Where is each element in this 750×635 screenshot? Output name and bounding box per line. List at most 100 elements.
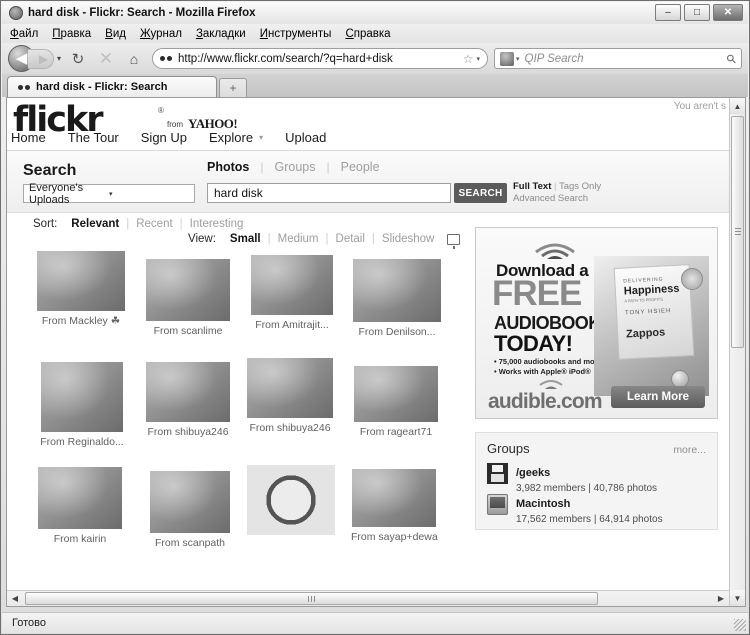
new-tab-button[interactable]: + <box>219 78 247 97</box>
nav-sign-up[interactable]: Sign Up <box>141 130 187 145</box>
stop-icon[interactable]: ✕ <box>95 48 117 70</box>
group-stats: 17,562 members | 64,914 photos <box>516 514 663 525</box>
photo-thumbnail[interactable] <box>150 471 230 533</box>
photo-thumbnail[interactable] <box>146 362 230 422</box>
photo-row: From Mackley ☘ From scanlime From Amitra… <box>29 251 469 358</box>
address-bar[interactable]: http://www.flickr.com/search/?q=hard+dis… <box>152 48 488 69</box>
search-button[interactable]: SEARCH <box>454 183 507 203</box>
view-slideshow[interactable]: Slideshow <box>375 233 441 245</box>
photo-thumbnail[interactable] <box>251 255 333 315</box>
group-list-item[interactable]: /geeks 3,982 members | 40,786 photos <box>487 463 657 494</box>
view-medium[interactable]: Medium <box>271 233 326 245</box>
groups-more-link[interactable]: more... <box>673 444 706 456</box>
reload-icon[interactable]: ↻ <box>67 48 89 70</box>
nav-explore[interactable]: Explore <box>209 130 253 145</box>
photo-cell[interactable]: From Denilson... <box>353 259 441 338</box>
home-icon[interactable]: ⌂ <box>123 48 145 70</box>
resize-grip-icon[interactable] <box>734 619 746 631</box>
photo-cell[interactable] <box>247 465 335 539</box>
tab-flickr-search[interactable]: hard disk - Flickr: Search <box>7 76 217 97</box>
firefox-icon <box>9 6 23 20</box>
photo-thumbnail[interactable] <box>353 259 441 322</box>
photo-cell[interactable]: From shibuya246 <box>145 362 231 438</box>
advanced-search-link[interactable]: Advanced Search <box>513 193 601 205</box>
menu-tools[interactable]: Инструменты <box>260 28 332 40</box>
photo-thumbnail[interactable] <box>247 358 333 418</box>
tab-people[interactable]: People <box>330 160 391 174</box>
learn-more-button[interactable]: Learn More <box>611 386 705 408</box>
explore-chevron-down-icon[interactable]: ▾ <box>259 133 263 142</box>
menu-file[interactable]: Файл <box>10 28 38 40</box>
scroll-left-arrow-icon[interactable]: ◀ <box>7 591 23 606</box>
photo-thumbnail[interactable] <box>352 469 436 527</box>
menu-bar: Файл Правка Вид Журнал Закладки Инструме… <box>2 24 748 43</box>
nav-upload[interactable]: Upload <box>285 130 326 145</box>
full-text-link[interactable]: Full Text <box>513 181 551 192</box>
photo-caption: From shibuya246 <box>249 422 331 434</box>
maximize-button[interactable]: □ <box>684 4 710 21</box>
group-name[interactable]: /geeks <box>516 467 550 479</box>
photo-thumbnail[interactable] <box>247 465 335 535</box>
photo-cell[interactable]: From scanlime <box>145 259 231 337</box>
sort-relevant[interactable]: Relevant <box>64 218 126 230</box>
photo-thumbnail[interactable] <box>146 259 230 321</box>
search-input[interactable]: hard disk <box>207 183 451 203</box>
search-engine-caret-icon[interactable]: ▾ <box>516 55 520 63</box>
photo-caption: From Reginaldo... <box>40 436 124 448</box>
nav-home[interactable]: Home <box>11 130 46 145</box>
menu-view[interactable]: Вид <box>105 28 126 40</box>
tab-photos[interactable]: Photos <box>207 160 260 174</box>
vertical-scrollbar[interactable]: ▲ ▼ <box>729 98 745 606</box>
view-detail[interactable]: Detail <box>329 233 372 245</box>
photo-thumbnail[interactable] <box>37 251 125 311</box>
nav-the-tour[interactable]: The Tour <box>68 130 119 145</box>
menu-file-mnemonic: Ф <box>10 27 19 40</box>
photo-cell[interactable]: From Mackley ☘ <box>37 251 125 327</box>
tags-only-link[interactable]: Tags Only <box>559 181 601 192</box>
scroll-up-arrow-icon[interactable]: ▲ <box>730 98 745 114</box>
scroll-down-arrow-icon[interactable]: ▼ <box>730 590 745 606</box>
sort-recent[interactable]: Recent <box>129 218 179 230</box>
view-row: View: Small | Medium | Detail | Slidesho… <box>188 233 461 249</box>
bookmark-star-icon[interactable]: ☆ <box>463 52 474 66</box>
menu-edit[interactable]: Правка <box>52 28 91 40</box>
menu-history[interactable]: Журнал <box>140 28 182 40</box>
photo-thumbnail[interactable] <box>41 362 123 432</box>
photo-cell[interactable]: From Amitrajit... <box>249 255 335 331</box>
minimize-button[interactable]: – <box>655 4 681 21</box>
search-engine-icon[interactable] <box>500 51 514 66</box>
tab-favicon <box>18 84 30 90</box>
browser-search-box[interactable]: ▾ QIP Search ⚲ <box>494 48 742 69</box>
scroll-right-arrow-icon[interactable]: ▶ <box>713 591 729 606</box>
photo-cell[interactable]: From scanpath <box>147 471 233 549</box>
photo-thumbnail[interactable] <box>354 366 438 422</box>
menu-help[interactable]: Справка <box>345 28 390 40</box>
search-scope-select[interactable]: Everyone's Uploads ▾ <box>23 182 195 206</box>
horizontal-scrollbar-thumb[interactable] <box>25 592 598 605</box>
menu-bookmarks[interactable]: Закладки <box>196 28 246 40</box>
address-dropdown-icon[interactable]: ▾ <box>476 55 480 63</box>
photo-cell[interactable]: From shibuya246 <box>247 358 333 434</box>
sort-interesting[interactable]: Interesting <box>183 218 251 230</box>
tab-groups[interactable]: Groups <box>263 160 326 174</box>
advertisement[interactable]: Download a FREE AUDIOBOOK TODAY! • 75,00… <box>475 227 718 419</box>
history-dropdown-icon[interactable]: ▾ <box>57 54 61 63</box>
slideshow-icon[interactable] <box>447 233 461 249</box>
close-button[interactable]: ✕ <box>713 4 743 21</box>
photo-cell[interactable]: From Reginaldo... <box>39 362 125 448</box>
photo-cell[interactable]: From kairin <box>37 467 123 545</box>
menu-file-rest: айл <box>18 27 39 40</box>
photo-cell[interactable]: From sayap+dewa <box>351 469 438 543</box>
photo-thumbnail[interactable] <box>38 467 122 529</box>
horizontal-scrollbar[interactable]: ◀ ▶ <box>7 590 729 606</box>
photo-cell[interactable]: From rageart71 <box>353 366 439 438</box>
group-list-item[interactable]: Macintosh 17,562 members | 64,914 photos <box>487 494 663 525</box>
photo-caption: From Amitrajit... <box>255 319 329 331</box>
ad-brand-name: audible.com <box>488 390 603 413</box>
vertical-scrollbar-thumb[interactable] <box>731 116 744 348</box>
chevron-down-icon: ▾ <box>109 190 113 198</box>
group-name[interactable]: Macintosh <box>516 498 570 510</box>
view-small[interactable]: Small <box>223 233 268 245</box>
forward-button[interactable]: ▶ <box>28 48 54 69</box>
photo-caption: From Denilson... <box>358 326 436 338</box>
